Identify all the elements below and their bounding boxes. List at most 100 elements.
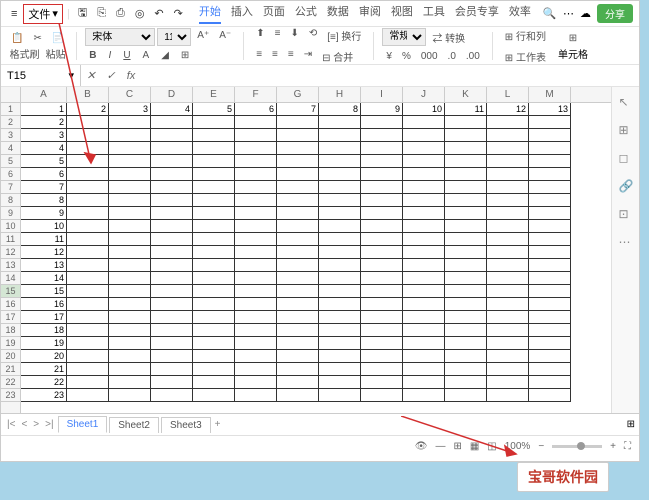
convert-button[interactable]: ⇄ 转换 bbox=[428, 28, 469, 47]
cell[interactable]: 5 bbox=[21, 155, 67, 168]
row-header[interactable]: 3 bbox=[1, 129, 20, 142]
cursor-icon[interactable]: ↖ bbox=[619, 95, 633, 109]
cell[interactable] bbox=[445, 272, 487, 285]
cell[interactable] bbox=[277, 324, 319, 337]
indent-icon[interactable]: ⇥ bbox=[300, 47, 316, 66]
column-header[interactable]: J bbox=[403, 87, 445, 102]
formula-input[interactable] bbox=[141, 70, 639, 82]
cell[interactable] bbox=[319, 168, 361, 181]
cell[interactable] bbox=[277, 194, 319, 207]
underline-button[interactable]: U bbox=[119, 48, 134, 63]
cell[interactable] bbox=[235, 298, 277, 311]
cell[interactable] bbox=[193, 324, 235, 337]
cell[interactable] bbox=[151, 298, 193, 311]
align-bottom-icon[interactable]: ⬇ bbox=[286, 26, 302, 45]
tab-efficiency[interactable]: 效率 bbox=[509, 3, 531, 24]
cell[interactable] bbox=[277, 298, 319, 311]
column-header[interactable]: G bbox=[277, 87, 319, 102]
cell[interactable] bbox=[151, 272, 193, 285]
cell[interactable] bbox=[361, 207, 403, 220]
cell[interactable] bbox=[445, 129, 487, 142]
cell[interactable] bbox=[235, 168, 277, 181]
cell[interactable] bbox=[487, 233, 529, 246]
cell[interactable]: 18 bbox=[21, 324, 67, 337]
cell[interactable] bbox=[109, 129, 151, 142]
cell[interactable]: 6 bbox=[21, 168, 67, 181]
cell[interactable] bbox=[445, 324, 487, 337]
cell[interactable] bbox=[193, 363, 235, 376]
cell[interactable] bbox=[151, 311, 193, 324]
cell[interactable] bbox=[529, 298, 571, 311]
cell[interactable] bbox=[361, 350, 403, 363]
cell[interactable] bbox=[361, 181, 403, 194]
cell[interactable] bbox=[67, 376, 109, 389]
cell[interactable] bbox=[529, 337, 571, 350]
cell[interactable] bbox=[445, 181, 487, 194]
cell[interactable] bbox=[361, 272, 403, 285]
cell[interactable] bbox=[487, 350, 529, 363]
cell[interactable] bbox=[67, 311, 109, 324]
cell[interactable] bbox=[319, 285, 361, 298]
cell[interactable] bbox=[277, 116, 319, 129]
sheet-nav-prev[interactable]: < bbox=[19, 419, 29, 430]
eye-icon[interactable]: 👁 bbox=[415, 441, 428, 452]
cell[interactable] bbox=[319, 207, 361, 220]
tab-insert[interactable]: 插入 bbox=[231, 3, 253, 24]
cell[interactable]: 8 bbox=[21, 194, 67, 207]
row-header[interactable]: 13 bbox=[1, 259, 20, 272]
column-header[interactable]: F bbox=[235, 87, 277, 102]
cell[interactable] bbox=[445, 337, 487, 350]
cell[interactable] bbox=[487, 220, 529, 233]
column-header[interactable]: K bbox=[445, 87, 487, 102]
cell[interactable] bbox=[67, 389, 109, 402]
column-header[interactable]: C bbox=[109, 87, 151, 102]
cell[interactable] bbox=[67, 168, 109, 181]
cell[interactable] bbox=[109, 337, 151, 350]
cell[interactable] bbox=[319, 116, 361, 129]
cell[interactable] bbox=[67, 207, 109, 220]
cell[interactable] bbox=[67, 155, 109, 168]
column-header[interactable]: M bbox=[529, 87, 571, 102]
cell[interactable] bbox=[193, 155, 235, 168]
cell[interactable] bbox=[319, 350, 361, 363]
cell[interactable]: 11 bbox=[21, 233, 67, 246]
cell[interactable] bbox=[319, 298, 361, 311]
export-icon[interactable]: ⎘ bbox=[93, 5, 110, 22]
tab-page[interactable]: 页面 bbox=[263, 3, 285, 24]
cell[interactable] bbox=[193, 311, 235, 324]
cloud-icon[interactable]: ☁ bbox=[580, 7, 591, 20]
font-size-select[interactable]: 11 bbox=[157, 28, 191, 46]
row-header[interactable]: 22 bbox=[1, 376, 20, 389]
cell[interactable]: 20 bbox=[21, 350, 67, 363]
cell[interactable] bbox=[67, 363, 109, 376]
confirm-icon[interactable]: ✓ bbox=[101, 69, 121, 82]
cell[interactable] bbox=[277, 220, 319, 233]
cell[interactable] bbox=[67, 272, 109, 285]
paste-icon[interactable]: 📄 bbox=[48, 31, 68, 46]
italic-button[interactable]: I bbox=[105, 48, 116, 63]
cell[interactable] bbox=[403, 376, 445, 389]
cell[interactable] bbox=[403, 285, 445, 298]
cell[interactable] bbox=[151, 233, 193, 246]
print-icon[interactable]: ⎙ bbox=[112, 5, 129, 22]
cell[interactable]: 4 bbox=[21, 142, 67, 155]
cell[interactable] bbox=[235, 181, 277, 194]
cell[interactable] bbox=[403, 181, 445, 194]
cell[interactable]: 3 bbox=[21, 129, 67, 142]
cell[interactable] bbox=[151, 324, 193, 337]
cell[interactable] bbox=[319, 376, 361, 389]
cell[interactable] bbox=[487, 194, 529, 207]
cell[interactable] bbox=[151, 168, 193, 181]
row-header[interactable]: 18 bbox=[1, 324, 20, 337]
worksheet-button[interactable]: ⊞ 工作表 bbox=[501, 47, 550, 66]
cell[interactable] bbox=[319, 389, 361, 402]
cell[interactable] bbox=[445, 389, 487, 402]
cell[interactable] bbox=[487, 389, 529, 402]
sheet-tab-3[interactable]: Sheet3 bbox=[161, 417, 211, 433]
name-box[interactable]: T15 ▾ bbox=[1, 65, 81, 86]
font-name-select[interactable]: 宋体 bbox=[85, 28, 155, 46]
cell[interactable] bbox=[529, 272, 571, 285]
cell[interactable] bbox=[277, 233, 319, 246]
cell[interactable] bbox=[67, 350, 109, 363]
cell[interactable]: 9 bbox=[21, 207, 67, 220]
